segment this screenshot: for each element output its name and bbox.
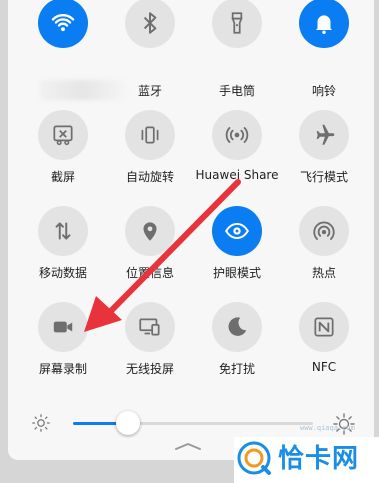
do-not-disturb-label: 免打扰 (218, 362, 255, 376)
nfc-toggle[interactable]: NFC (279, 294, 369, 390)
wifi-toggle[interactable] (18, 0, 126, 110)
hotspot-label: 热点 (311, 266, 336, 280)
quick-settings-panel: 蓝牙 手电筒 响铃 截屏 自动旋转 Huawei Share 飞行模式 移动数据… (8, 0, 374, 460)
nfc-label: NFC (311, 360, 337, 374)
wireless-projection-icon (125, 302, 175, 352)
nfc-icon (299, 302, 349, 352)
wifi-icon (38, 0, 88, 48)
do-not-disturb-icon (212, 302, 262, 352)
screenshot-label: 截屏 (50, 170, 75, 184)
screenshot-icon (38, 110, 88, 160)
screen-record-label: 屏幕录制 (38, 362, 87, 376)
brightness-thumb[interactable] (116, 411, 141, 435)
wireless-projection-toggle[interactable]: 无线投屏 (105, 294, 195, 390)
watermark-text: 恰卡网 (278, 444, 360, 474)
watermark: 恰卡网 (234, 437, 379, 483)
huawei-share-toggle[interactable]: Huawei Share (192, 102, 282, 198)
location-label: 位置信息 (125, 266, 174, 280)
mobile-data-icon (38, 206, 88, 256)
flashlight-toggle[interactable]: 手电筒 (192, 0, 282, 110)
hotspot-icon (299, 206, 349, 256)
hotspot-toggle[interactable]: 热点 (279, 198, 369, 294)
mobile-data-label: 移动数据 (38, 266, 87, 280)
airplane-mode-toggle[interactable]: 飞行模式 (279, 102, 369, 198)
airplane-icon (299, 110, 349, 160)
flashlight-label: 手电筒 (218, 84, 255, 98)
screen-record-icon (38, 302, 88, 352)
ringer-label: 响铃 (311, 84, 336, 98)
auto-rotate-icon (125, 110, 175, 160)
chevron-up-icon[interactable] (170, 440, 206, 452)
eye-comfort-toggle[interactable]: 护眼模式 (192, 198, 282, 294)
auto-rotate-toggle[interactable]: 自动旋转 (105, 102, 195, 198)
location-toggle[interactable]: 位置信息 (105, 198, 195, 294)
do-not-disturb-toggle[interactable]: 免打扰 (192, 294, 282, 390)
bell-icon (299, 0, 349, 48)
sun-small-icon (32, 414, 50, 432)
ringer-toggle[interactable]: 响铃 (279, 0, 369, 110)
bluetooth-icon (125, 0, 175, 48)
auto-rotate-label: 自动旋转 (125, 170, 174, 184)
watermark-logo-icon (237, 441, 271, 475)
bluetooth-label: 蓝牙 (137, 84, 162, 98)
screen-record-toggle[interactable]: 屏幕录制 (18, 294, 108, 390)
huawei-share-label: Huawei Share (195, 168, 279, 182)
flashlight-icon (212, 0, 262, 48)
eye-comfort-icon (212, 206, 262, 256)
eye-comfort-label: 护眼模式 (212, 266, 261, 280)
bluetooth-toggle[interactable]: 蓝牙 (105, 0, 195, 110)
brightness-slider[interactable] (73, 422, 313, 425)
screenshot-toggle[interactable]: 截屏 (18, 102, 108, 198)
location-icon (125, 206, 175, 256)
mobile-data-toggle[interactable]: 移动数据 (18, 198, 108, 294)
airplane-mode-label: 飞行模式 (299, 170, 348, 184)
watermark-url: www.qiaqa.com (300, 424, 355, 432)
wireless-projection-label: 无线投屏 (125, 362, 174, 376)
huawei-share-icon (212, 110, 262, 160)
